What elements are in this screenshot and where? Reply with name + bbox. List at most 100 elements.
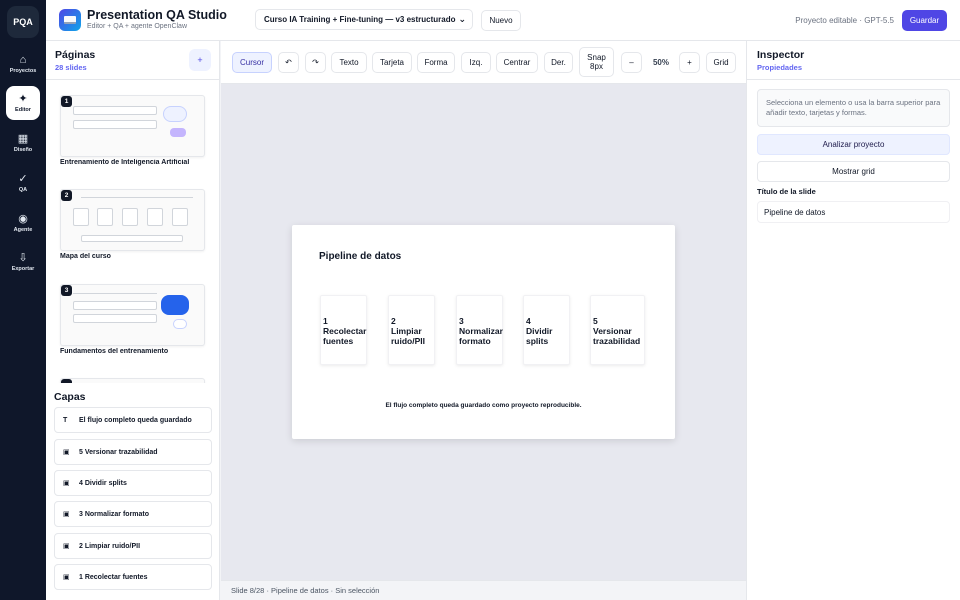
rail-item-label: Editor xyxy=(15,107,31,113)
page-label: Mapa del curso xyxy=(60,253,111,260)
add-card-button[interactable]: Tarjeta xyxy=(372,52,412,73)
thumbnail-frame: 1 xyxy=(60,95,205,157)
divider xyxy=(46,79,219,80)
grid-toggle-button[interactable]: Grid xyxy=(706,52,736,73)
align-center-button[interactable]: Centrar xyxy=(496,52,538,73)
rail-item-label: Exportar xyxy=(11,266,35,272)
page-thumbnail-1[interactable]: 1 Entrenamiento de Inteligencia Artifici… xyxy=(60,95,205,166)
download-icon: ⇩ xyxy=(18,252,28,264)
rail-item-agente[interactable]: ◉ Agente xyxy=(6,206,40,240)
presentation-icon xyxy=(59,9,81,31)
step-card-3[interactable]: 3 Normalizar formato xyxy=(456,295,503,365)
shape-layer-icon: ▣ xyxy=(63,449,70,456)
show-grid-button[interactable]: Mostrar grid xyxy=(757,161,950,182)
sparkle-icon: ✦ xyxy=(18,93,28,105)
slide-title-input[interactable] xyxy=(757,201,950,223)
slide-footer-text[interactable]: El flujo completo queda guardado como pr… xyxy=(292,402,675,409)
shape-layer-icon: ▣ xyxy=(63,480,70,487)
canvas-area[interactable]: Pipeline de datos 1 Recolectar fuentes 2… xyxy=(221,84,746,580)
layer-item[interactable]: ▣ 1 Recolectar fuentes xyxy=(54,564,212,590)
thumbnail-frame: 3 xyxy=(60,284,205,346)
inspector-title: Inspector xyxy=(757,49,805,61)
pages-count: 28 slides xyxy=(55,63,87,72)
layer-item[interactable]: T El flujo completo queda guardado xyxy=(54,407,212,433)
align-left-button[interactable]: Izq. xyxy=(461,52,491,73)
agent-icon: ◉ xyxy=(18,213,28,225)
inspector-subtitle: Propiedades xyxy=(757,63,803,72)
slide-title-label: Título de la slide xyxy=(757,187,816,196)
rail-item-label: QA xyxy=(18,187,28,193)
layer-label: 3 Normalizar formato xyxy=(79,510,150,518)
rail-item-diseno[interactable]: ▦ Diseño xyxy=(6,126,40,160)
rail-item-label: Diseño xyxy=(13,147,33,153)
page-label: Fundamentos del entrenamiento xyxy=(60,348,169,355)
project-select[interactable]: Curso IA Training + Fine-tuning — v3 est… xyxy=(255,9,473,30)
layer-label: 1 Recolectar fuentes xyxy=(79,573,148,581)
project-status: Proyecto editable · GPT-5.5 xyxy=(795,16,894,25)
pages-title: Páginas xyxy=(55,49,96,61)
project-select-value: Curso IA Training + Fine-tuning — v3 est… xyxy=(264,15,456,24)
zoom-level: 50% xyxy=(652,58,669,67)
rail-item-label: Proyectos xyxy=(9,68,37,74)
page-thumbnail-2[interactable]: 2 Mapa del curso xyxy=(60,189,205,260)
snap-toggle-button[interactable]: Snap 8px xyxy=(579,47,614,77)
layer-item[interactable]: ▣ 5 Versionar trazabilidad xyxy=(54,439,212,465)
rail-item-proyectos[interactable]: ⌂ Proyectos xyxy=(6,47,40,81)
layer-label: 5 Versionar trazabilidad xyxy=(79,448,158,456)
rail-item-label: Agente xyxy=(13,227,33,233)
undo-icon[interactable]: ↶ xyxy=(278,52,299,73)
layers-panel: Capas T El flujo completo queda guardado… xyxy=(46,383,220,600)
slide-canvas[interactable]: Pipeline de datos 1 Recolectar fuentes 2… xyxy=(292,225,675,439)
pages-panel: Páginas 28 slides + 1 Entrenamiento de I… xyxy=(46,41,220,383)
save-button[interactable]: Guardar xyxy=(902,10,947,31)
thumbnail-frame: 2 xyxy=(60,189,205,251)
analyze-project-button[interactable]: Analizar proyecto xyxy=(757,134,950,155)
rail-item-exportar[interactable]: ⇩ Exportar xyxy=(6,245,40,279)
app-subtitle: Editor + QA + agente OpenClaw xyxy=(87,23,188,30)
step-card-1[interactable]: 1 Recolectar fuentes xyxy=(320,295,367,365)
step-card-5[interactable]: 5 Versionar trazabilidad xyxy=(590,295,645,365)
top-bar: Presentation QA Studio Editor + QA + age… xyxy=(46,0,960,41)
page-number: 2 xyxy=(61,190,72,201)
page-number: 3 xyxy=(61,285,72,296)
chevron-down-icon: ⌄ xyxy=(458,14,466,24)
divider xyxy=(747,79,960,80)
rail-item-editor[interactable]: ✦ Editor xyxy=(6,86,40,120)
page-thumbnail-3[interactable]: 3 Fundamentos del entrenamiento xyxy=(60,284,205,355)
snap-value: 8px xyxy=(590,62,603,71)
redo-icon[interactable]: ↷ xyxy=(305,52,326,73)
step-card-2[interactable]: 2 Limpiar ruido/PII xyxy=(388,295,435,365)
home-icon: ⌂ xyxy=(19,54,27,66)
rail-item-qa[interactable]: ✓ QA xyxy=(6,166,40,200)
step-card-4[interactable]: 4 Dividir splits xyxy=(523,295,570,365)
layer-label: El flujo completo queda guardado xyxy=(79,416,192,424)
page-number: 1 xyxy=(61,96,72,107)
add-text-button[interactable]: Texto xyxy=(331,52,367,73)
layer-item[interactable]: ▣ 4 Dividir splits xyxy=(54,470,212,496)
layer-item[interactable]: ▣ 3 Normalizar formato xyxy=(54,501,212,527)
text-layer-icon: T xyxy=(63,416,68,424)
layer-item[interactable]: ▣ 2 Limpiar ruido/PII xyxy=(54,533,212,559)
editor-toolbar: Cursor ↶ ↷ Texto Tarjeta Forma Izq. Cent… xyxy=(221,41,746,84)
layer-label: 4 Dividir splits xyxy=(79,479,127,487)
shape-layer-icon: ▣ xyxy=(63,543,70,550)
zoom-out-button[interactable]: – xyxy=(621,52,642,73)
inspector-hint: Selecciona un elemento o usa la barra su… xyxy=(757,89,950,127)
snap-label: Snap xyxy=(587,53,606,62)
slide-title[interactable]: Pipeline de datos xyxy=(319,251,401,262)
shape-layer-icon: ▣ xyxy=(63,574,70,581)
add-shape-button[interactable]: Forma xyxy=(417,52,455,73)
cursor-tool-button[interactable]: Cursor xyxy=(232,52,272,73)
nav-rail: PQA ⌂ Proyectos ✦ Editor ▦ Diseño ✓ QA ◉… xyxy=(0,0,46,600)
add-page-button[interactable]: + xyxy=(189,49,211,71)
new-project-button[interactable]: Nuevo xyxy=(481,10,521,31)
shape-layer-icon: ▣ xyxy=(63,511,70,518)
inspector-panel: Inspector Propiedades Selecciona un elem… xyxy=(746,41,960,600)
layers-title: Capas xyxy=(54,391,86,403)
zoom-in-button[interactable]: + xyxy=(679,52,700,73)
page-label: Entrenamiento de Inteligencia Artificial xyxy=(60,159,190,166)
layout-icon: ▦ xyxy=(17,133,29,145)
align-right-button[interactable]: Der. xyxy=(544,52,573,73)
app-logo[interactable]: PQA xyxy=(7,6,39,38)
layer-label: 2 Limpiar ruido/PII xyxy=(79,542,141,550)
